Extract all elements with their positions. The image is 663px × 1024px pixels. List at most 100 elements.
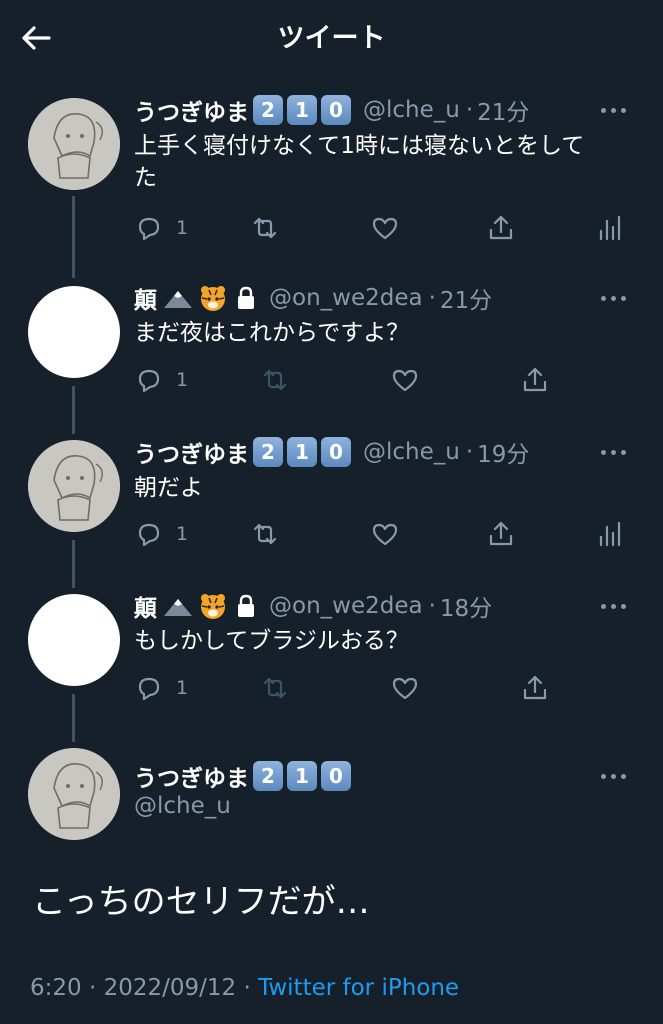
- handle[interactable]: @on_we2dea: [269, 593, 423, 619]
- share-button[interactable]: [486, 517, 516, 551]
- avatar[interactable]: [28, 594, 120, 686]
- heart-icon: [392, 369, 418, 392]
- avatar[interactable]: [28, 748, 120, 840]
- reply-icon: [138, 217, 160, 241]
- dot-separator: ·: [465, 97, 474, 123]
- action-bar: 1: [134, 517, 634, 551]
- more-options-button[interactable]: [601, 100, 631, 120]
- reply-count: 1: [176, 677, 189, 699]
- keycap-badge: 1: [287, 95, 317, 125]
- handle[interactable]: @lche_u: [134, 793, 231, 819]
- share-button[interactable]: [520, 671, 550, 705]
- more-options-button[interactable]: [601, 596, 631, 616]
- tweet-text-line: た: [134, 165, 157, 191]
- dot-separator: ·: [428, 285, 436, 311]
- retweet-button[interactable]: [250, 211, 280, 245]
- timestamp[interactable]: 19分: [477, 435, 529, 469]
- reply-icon: [138, 369, 160, 393]
- tiger-icon: [201, 286, 225, 311]
- avatar[interactable]: [28, 286, 120, 378]
- display-name[interactable]: 顛: [134, 281, 157, 315]
- handle[interactable]: @on_we2dea: [269, 285, 423, 311]
- share-icon: [523, 675, 547, 700]
- reply-button[interactable]: 1: [134, 671, 188, 705]
- header-bar: ツイート: [0, 0, 663, 78]
- share-icon: [489, 521, 513, 546]
- retweet-button-disabled: [260, 363, 290, 397]
- tweet-text: 上手く寝付けなくて1時には寝ないとをして た: [134, 130, 634, 194]
- keycap-badge: 2: [253, 761, 283, 791]
- heart-icon: [392, 677, 418, 700]
- page-title: ツイート: [277, 23, 386, 54]
- tiger-icon: [201, 594, 225, 619]
- heart-icon: [372, 523, 398, 546]
- share-icon: [489, 215, 513, 240]
- dot-separator: ·: [428, 593, 436, 619]
- mountain-icon: [164, 291, 192, 308]
- tweet-header: うつぎゆま 2 1 0: [134, 760, 351, 792]
- tweet-source-link[interactable]: Twitter for iPhone: [258, 975, 459, 1001]
- like-button[interactable]: [390, 671, 420, 705]
- display-name[interactable]: うつぎゆま: [134, 435, 249, 469]
- dot-separator: ·: [465, 439, 474, 465]
- tweet-header: 顛 @on_we2dea · 21分: [134, 282, 492, 314]
- reply-count: 1: [176, 523, 189, 545]
- share-button[interactable]: [486, 211, 516, 245]
- reply-icon: [138, 523, 160, 547]
- mountain-icon: [164, 599, 192, 616]
- tweet-text-line: 上手く寝付けなくて1時には寝ないとをして: [134, 133, 585, 159]
- display-name[interactable]: うつぎゆま: [134, 93, 249, 127]
- more-options-button[interactable]: [601, 442, 631, 462]
- timestamp[interactable]: 21分: [477, 93, 529, 127]
- retweet-icon: [263, 677, 287, 699]
- avatar[interactable]: [28, 440, 120, 532]
- handle[interactable]: @lche_u: [363, 439, 460, 465]
- more-options-button[interactable]: [601, 766, 631, 786]
- retweet-button-disabled: [260, 671, 290, 705]
- dot-separator: ·: [88, 975, 97, 1001]
- reply-count: 1: [176, 369, 189, 391]
- reply-button[interactable]: 1: [134, 211, 188, 245]
- thread-connector: [72, 196, 75, 278]
- heart-icon: [372, 217, 398, 240]
- more-options-button[interactable]: [601, 288, 631, 308]
- reply-button[interactable]: 1: [134, 363, 188, 397]
- timestamp[interactable]: 18分: [440, 589, 492, 623]
- reply-button[interactable]: 1: [134, 517, 188, 551]
- tweet-text: 朝だよ: [134, 475, 203, 501]
- main-tweet-text: こっちのセリフだが…: [32, 882, 370, 922]
- analytics-icon: [599, 215, 621, 241]
- tweet-text: もしかしてブラジルおる？: [134, 628, 409, 654]
- display-name[interactable]: うつぎゆま: [134, 759, 249, 793]
- avatar[interactable]: [28, 98, 120, 190]
- keycap-badge: 0: [321, 95, 351, 125]
- retweet-icon: [263, 369, 287, 391]
- share-button[interactable]: [520, 363, 550, 397]
- reply-icon: [138, 677, 160, 701]
- retweet-icon: [253, 217, 277, 239]
- display-name[interactable]: 顛: [134, 589, 157, 623]
- keycap-badge: 1: [287, 437, 317, 467]
- thread-connector: [72, 694, 75, 742]
- keycap-badge: 1: [287, 761, 317, 791]
- like-button[interactable]: [370, 517, 400, 551]
- retweet-button[interactable]: [250, 517, 280, 551]
- like-button[interactable]: [370, 211, 400, 245]
- retweet-icon: [253, 523, 277, 545]
- reply-count: 1: [176, 217, 189, 239]
- avatar-drawing-icon: [28, 440, 120, 532]
- action-bar: 1: [134, 363, 634, 397]
- analytics-button[interactable]: [594, 517, 624, 551]
- tweet-text: まだ夜はこれからですよ？: [134, 320, 410, 346]
- timestamp[interactable]: 21分: [440, 281, 492, 315]
- dot-separator: ·: [243, 975, 251, 1001]
- like-button[interactable]: [390, 363, 420, 397]
- avatar-drawing-icon: [28, 748, 120, 840]
- analytics-button[interactable]: [594, 211, 624, 245]
- thread-connector: [72, 540, 75, 588]
- keycap-badge: 0: [321, 761, 351, 791]
- tweet-date: 2022/09/12: [103, 975, 237, 1001]
- handle[interactable]: @lche_u: [363, 97, 460, 123]
- action-bar: 1: [134, 211, 634, 245]
- lock-icon: [238, 594, 254, 617]
